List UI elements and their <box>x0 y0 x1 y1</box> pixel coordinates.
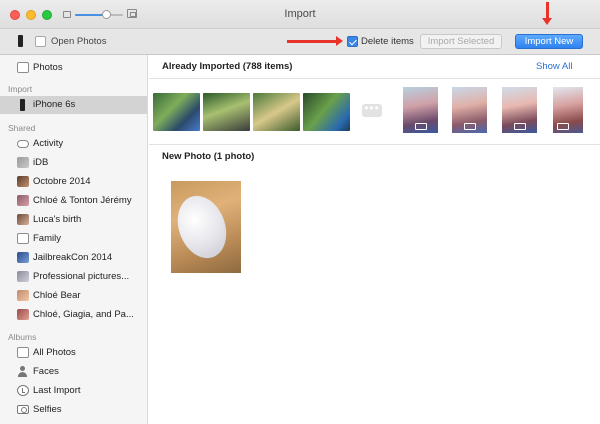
section-divider <box>149 78 600 79</box>
sidebar-item-faces[interactable]: Faces <box>0 363 147 381</box>
album-thumb-icon <box>17 195 29 206</box>
sidebar-item-jailbreakcon-2014[interactable]: JailbreakCon 2014 <box>0 249 147 267</box>
sidebar-item-label: Chloé & Tonton Jérémy <box>33 195 132 206</box>
already-imported-heading: Already Imported (788 items) <box>162 61 293 72</box>
sidebar-item-label: Chloé Bear <box>33 290 81 301</box>
import-selected-button[interactable]: Import Selected <box>420 34 502 49</box>
sidebar-item-professional-pictures[interactable]: Professional pictures... <box>0 268 147 286</box>
video-camera-icon <box>464 123 476 130</box>
sidebar-item-label: Photos <box>33 62 63 73</box>
title-bar: Import <box>0 0 600 29</box>
person-icon <box>17 366 29 377</box>
show-all-link[interactable]: Show All <box>536 61 572 72</box>
photos-icon <box>17 347 29 358</box>
sidebar-item-selfies[interactable]: Selfies <box>0 401 147 419</box>
sidebar-item-all-photos[interactable]: All Photos <box>0 344 147 362</box>
import-section-header: Import <box>8 84 33 94</box>
annotation-arrow-delete-items <box>287 36 343 46</box>
shared-section-header: Shared <box>8 123 36 133</box>
imported-video-thumbnail[interactable] <box>403 87 438 133</box>
photos-icon <box>17 62 29 73</box>
import-new-button[interactable]: Import New <box>515 34 583 49</box>
sidebar-item-label: JailbreakCon 2014 <box>33 252 113 263</box>
photo-subject-mouse <box>171 189 235 265</box>
sidebar-item-activity[interactable]: Activity <box>0 135 147 153</box>
annotation-arrow-import-new <box>542 2 552 25</box>
iphone-icon <box>20 99 25 111</box>
new-photo-heading: New Photo (1 photo) <box>162 151 255 162</box>
sidebar-item-chloe-giagia-pa[interactable]: Chloé, Giagia, and Pa... <box>0 306 147 324</box>
sidebar-item-chloe-bear[interactable]: Chloé Bear <box>0 287 147 305</box>
sidebar-item-octobre-2014[interactable]: Octobre 2014 <box>0 173 147 191</box>
cloud-icon <box>17 140 29 148</box>
sidebar: Photos Import iPhone 6s Shared Activity … <box>0 55 148 424</box>
album-thumb-icon <box>17 157 29 168</box>
video-camera-icon <box>557 123 569 130</box>
sidebar-item-label: Chloé, Giagia, and Pa... <box>33 309 134 320</box>
sidebar-item-label: Last Import <box>33 385 81 396</box>
sidebar-item-last-import[interactable]: Last Import <box>0 382 147 400</box>
sidebar-item-label: Activity <box>33 138 64 149</box>
albums-section-header: Albums <box>8 332 37 342</box>
imported-photo-thumbnail[interactable] <box>253 93 300 131</box>
sidebar-item-label: Luca's birth <box>33 214 82 225</box>
album-thumb-icon <box>17 214 29 225</box>
imported-photo-thumbnail[interactable] <box>153 93 200 131</box>
delete-items-label[interactable]: Delete items <box>361 36 414 47</box>
open-photos-checkbox[interactable] <box>35 36 46 47</box>
sidebar-item-lucas-birth[interactable]: Luca's birth <box>0 211 147 229</box>
imported-video-thumbnail[interactable] <box>553 87 583 133</box>
clock-icon <box>17 385 29 396</box>
album-thumb-icon <box>17 290 29 301</box>
sidebar-item-label: Family <box>33 233 61 244</box>
sidebar-item-label: All Photos <box>33 347 76 358</box>
iphone-icon <box>18 35 23 47</box>
window-title: Import <box>284 8 316 20</box>
new-photo-thumbnail[interactable] <box>171 181 241 273</box>
video-camera-icon <box>415 123 427 130</box>
album-thumb-icon <box>17 176 29 187</box>
more-photos-ellipsis[interactable]: ••• <box>362 102 382 117</box>
album-thumb-icon <box>17 252 29 263</box>
camera-icon <box>17 405 29 414</box>
album-thumb-icon <box>17 233 29 244</box>
delete-items-checkbox[interactable] <box>347 36 358 47</box>
sidebar-item-label: iPhone 6s <box>33 99 76 110</box>
sidebar-item-label: Octobre 2014 <box>33 176 91 187</box>
section-divider <box>149 144 600 145</box>
sidebar-item-label: Selfies <box>33 404 62 415</box>
sidebar-item-label: Faces <box>33 366 59 377</box>
video-camera-icon <box>514 123 526 130</box>
imported-video-thumbnail[interactable] <box>502 87 537 133</box>
open-photos-label[interactable]: Open Photos <box>51 36 106 47</box>
album-thumb-icon <box>17 271 29 282</box>
sidebar-item-chloe-tonton-jeremy[interactable]: Chloé & Tonton Jérémy <box>0 192 147 210</box>
sidebar-item-photos[interactable]: Photos <box>0 59 147 77</box>
imported-photo-thumbnail[interactable] <box>303 93 350 131</box>
imported-video-thumbnail[interactable] <box>452 87 487 133</box>
sidebar-item-iphone[interactable]: iPhone 6s <box>0 96 147 114</box>
sidebar-item-label: iDB <box>33 157 49 168</box>
sidebar-item-family[interactable]: Family <box>0 230 147 248</box>
sidebar-item-idb[interactable]: iDB <box>0 154 147 172</box>
imported-photo-thumbnail[interactable] <box>203 93 250 131</box>
sidebar-item-label: Professional pictures... <box>33 271 130 282</box>
album-thumb-icon <box>17 309 29 320</box>
